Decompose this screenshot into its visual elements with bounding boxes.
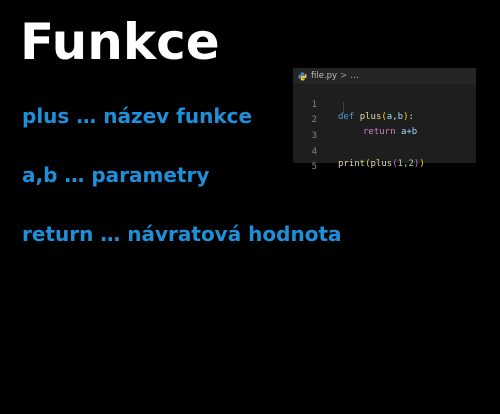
code-function-name: plus [359, 112, 382, 122]
code-editor-screenshot: file.py > … 1 def plus(a,b): 2 return a+… [293, 68, 476, 172]
code-line-5[interactable]: 5 [293, 149, 317, 172]
code-line-1[interactable]: 1 def plus(a,b): [293, 87, 414, 122]
definition-return-value: return … návratová hodnota [22, 222, 342, 246]
chevron-right-icon: > [340, 71, 348, 81]
definition-function-name: plus … název funkce [22, 104, 253, 128]
code-line-2[interactable]: 2 return a+b [293, 102, 418, 137]
code-punct: : [408, 112, 414, 122]
breadcrumb-more[interactable]: … [350, 71, 359, 81]
line-number: 5 [311, 162, 317, 172]
code-line-4[interactable]: 4 print(plus(1,2)) [293, 134, 425, 169]
indent-guide [343, 102, 344, 114]
editor-breadcrumb: file.py > … [293, 68, 476, 84]
code-keyword: return [363, 127, 396, 137]
definition-parameters: a,b … parametry [22, 163, 210, 187]
code-arguments: 1,2 [397, 159, 414, 169]
breadcrumb-file[interactable]: file.py [311, 71, 337, 81]
slide-title: Funkce [20, 13, 220, 71]
code-function-name: plus [370, 159, 393, 169]
code-line-3[interactable]: 3 [293, 118, 317, 141]
code-expression: a+b [400, 127, 418, 137]
code-bracket: ) [419, 159, 425, 169]
code-function-name: print [338, 159, 366, 169]
python-file-icon [298, 71, 307, 81]
code-keyword: def [338, 112, 355, 122]
